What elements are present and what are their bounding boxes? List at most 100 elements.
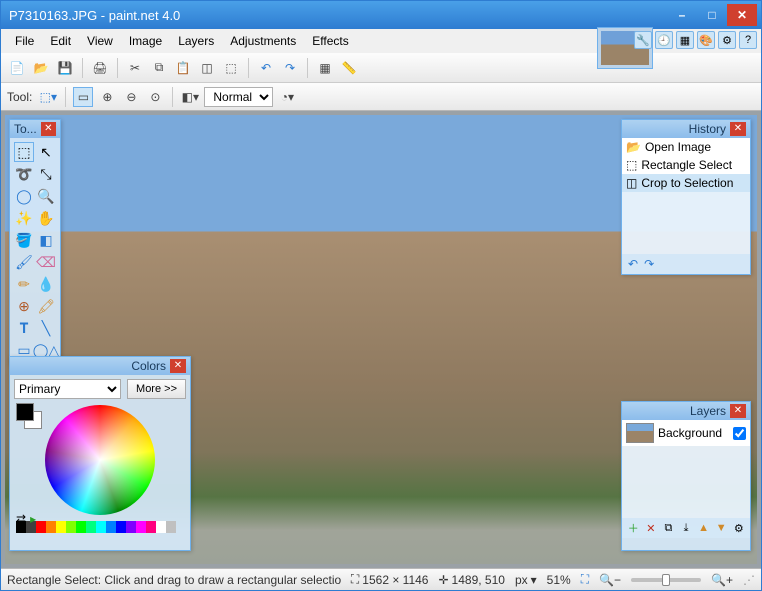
- close-button[interactable]: ✕: [727, 4, 757, 26]
- palette-color[interactable]: [156, 521, 166, 533]
- palette-color[interactable]: [86, 521, 96, 533]
- palette-color[interactable]: [76, 521, 86, 533]
- new-icon[interactable]: 📄: [7, 58, 27, 78]
- unit-selector[interactable]: px ▾: [515, 573, 537, 587]
- palette-color[interactable]: [126, 521, 136, 533]
- maximize-button[interactable]: □: [697, 4, 727, 26]
- open-icon[interactable]: 📂: [31, 58, 51, 78]
- move-up-icon[interactable]: ▲: [696, 520, 711, 536]
- print-icon[interactable]: 🖨: [90, 58, 110, 78]
- color-swatches[interactable]: [16, 403, 34, 421]
- menu-view[interactable]: View: [79, 32, 121, 50]
- paste-icon[interactable]: 📋: [173, 58, 193, 78]
- duplicate-layer-icon[interactable]: ⧉: [661, 520, 676, 536]
- zoom-out-icon[interactable]: 🔍−: [599, 573, 621, 587]
- color-wheel[interactable]: [45, 405, 155, 515]
- delete-layer-icon[interactable]: ✕: [644, 520, 659, 536]
- selection-subtract-icon[interactable]: ⊖: [121, 87, 141, 107]
- layer-row[interactable]: Background: [622, 420, 750, 446]
- deselect-icon[interactable]: ⬚: [221, 58, 241, 78]
- tool-text[interactable]: 𝐓: [14, 318, 34, 338]
- colors-panel-close-icon[interactable]: ✕: [170, 359, 186, 373]
- tool-color-picker[interactable]: 💧: [36, 274, 56, 294]
- zoom-box[interactable]: 51%: [547, 573, 571, 587]
- tool-magic-wand[interactable]: ✨: [14, 208, 34, 228]
- merge-layer-icon[interactable]: ⤓: [679, 520, 694, 536]
- tool-rectangle-select[interactable]: ⬚: [14, 142, 34, 162]
- history-redo-icon[interactable]: ↷: [644, 257, 654, 271]
- undo-icon[interactable]: ↶: [256, 58, 276, 78]
- save-icon[interactable]: 💾: [55, 58, 75, 78]
- menu-effects[interactable]: Effects: [304, 32, 356, 50]
- tool-move-pixels[interactable]: ⤡: [36, 164, 56, 184]
- grid-icon[interactable]: ▦: [315, 58, 335, 78]
- menu-file[interactable]: File: [7, 32, 42, 50]
- tool-pencil[interactable]: ✏: [14, 274, 34, 294]
- menu-edit[interactable]: Edit: [42, 32, 79, 50]
- history-undo-icon[interactable]: ↶: [628, 257, 638, 271]
- add-color-icon[interactable]: ▸: [30, 512, 36, 526]
- menu-image[interactable]: Image: [121, 32, 170, 50]
- ruler-icon[interactable]: 📏: [339, 58, 359, 78]
- more-button[interactable]: More >>: [127, 379, 186, 399]
- selection-replace-icon[interactable]: ▭: [73, 87, 93, 107]
- palette-color[interactable]: [166, 521, 176, 533]
- tools-toggle-icon[interactable]: 🔧: [634, 31, 652, 49]
- selection-intersect-icon[interactable]: ⊙: [145, 87, 165, 107]
- tool-line[interactable]: ╲: [36, 318, 56, 338]
- crop-icon[interactable]: ◫: [197, 58, 217, 78]
- layer-visible-checkbox[interactable]: [733, 427, 746, 440]
- selection-add-icon[interactable]: ⊕: [97, 87, 117, 107]
- history-item[interactable]: 📂Open Image: [622, 138, 750, 156]
- redo-icon[interactable]: ↷: [280, 58, 300, 78]
- flood-mode-icon[interactable]: ◧▾: [180, 87, 200, 107]
- active-tool-icon[interactable]: ⬚▾: [38, 87, 58, 107]
- tool-eraser[interactable]: ⌫: [36, 252, 56, 272]
- swap-colors-icon[interactable]: ⇄: [16, 512, 26, 526]
- history-item[interactable]: ◫Crop to Selection: [622, 174, 750, 192]
- zoom-slider[interactable]: [631, 578, 701, 582]
- fit-window-icon[interactable]: ⛶: [581, 572, 589, 587]
- palette-color[interactable]: [146, 521, 156, 533]
- tool-paintbrush[interactable]: 🖌: [14, 252, 34, 272]
- tool-recolor[interactable]: 🖍: [36, 296, 56, 316]
- colors-toggle-icon[interactable]: 🎨: [697, 31, 715, 49]
- tool-ellipse-select[interactable]: ◯: [14, 186, 34, 206]
- move-down-icon[interactable]: ▼: [714, 520, 729, 536]
- help-icon[interactable]: ?: [739, 31, 757, 49]
- copy-icon[interactable]: ⧉: [149, 58, 169, 78]
- layer-properties-icon[interactable]: ⚙: [731, 520, 746, 536]
- palette-color[interactable]: [66, 521, 76, 533]
- palette-color[interactable]: [116, 521, 126, 533]
- cut-icon[interactable]: ✂: [125, 58, 145, 78]
- palette-color[interactable]: [106, 521, 116, 533]
- tool-lasso-select[interactable]: ➰: [14, 164, 34, 184]
- tool-clone-stamp[interactable]: ⊕: [14, 296, 34, 316]
- palette-color[interactable]: [96, 521, 106, 533]
- layers-toggle-icon[interactable]: ▦: [676, 31, 694, 49]
- tool-paint-bucket[interactable]: 🪣: [14, 230, 34, 250]
- primary-color-swatch[interactable]: [16, 403, 34, 421]
- history-toggle-icon[interactable]: 🕘: [655, 31, 673, 49]
- palette-color[interactable]: [56, 521, 66, 533]
- palette-color[interactable]: [36, 521, 46, 533]
- settings-icon[interactable]: ⚙: [718, 31, 736, 49]
- resize-grip-icon[interactable]: ⋰: [743, 573, 755, 587]
- minimize-button[interactable]: –: [667, 4, 697, 26]
- color-target-select[interactable]: Primary: [14, 379, 121, 399]
- history-panel-close-icon[interactable]: ✕: [730, 122, 746, 136]
- history-item[interactable]: ⬚Rectangle Select: [622, 156, 750, 174]
- tools-panel-close-icon[interactable]: ✕: [41, 122, 56, 136]
- tool-pan[interactable]: ✋: [36, 208, 56, 228]
- tool-gradient[interactable]: ◧: [36, 230, 56, 250]
- menu-layers[interactable]: Layers: [170, 32, 222, 50]
- palette-color[interactable]: [46, 521, 56, 533]
- palette-color[interactable]: [136, 521, 146, 533]
- layers-panel-close-icon[interactable]: ✕: [730, 404, 746, 418]
- add-layer-icon[interactable]: ＋: [626, 520, 641, 536]
- zoom-in-icon[interactable]: 🔍+: [711, 573, 733, 587]
- blend-mode-select[interactable]: Normal: [204, 87, 273, 107]
- tool-zoom[interactable]: 🔍: [36, 186, 56, 206]
- tool-move-selection[interactable]: ↖: [36, 142, 56, 162]
- menu-adjustments[interactable]: Adjustments: [222, 32, 304, 50]
